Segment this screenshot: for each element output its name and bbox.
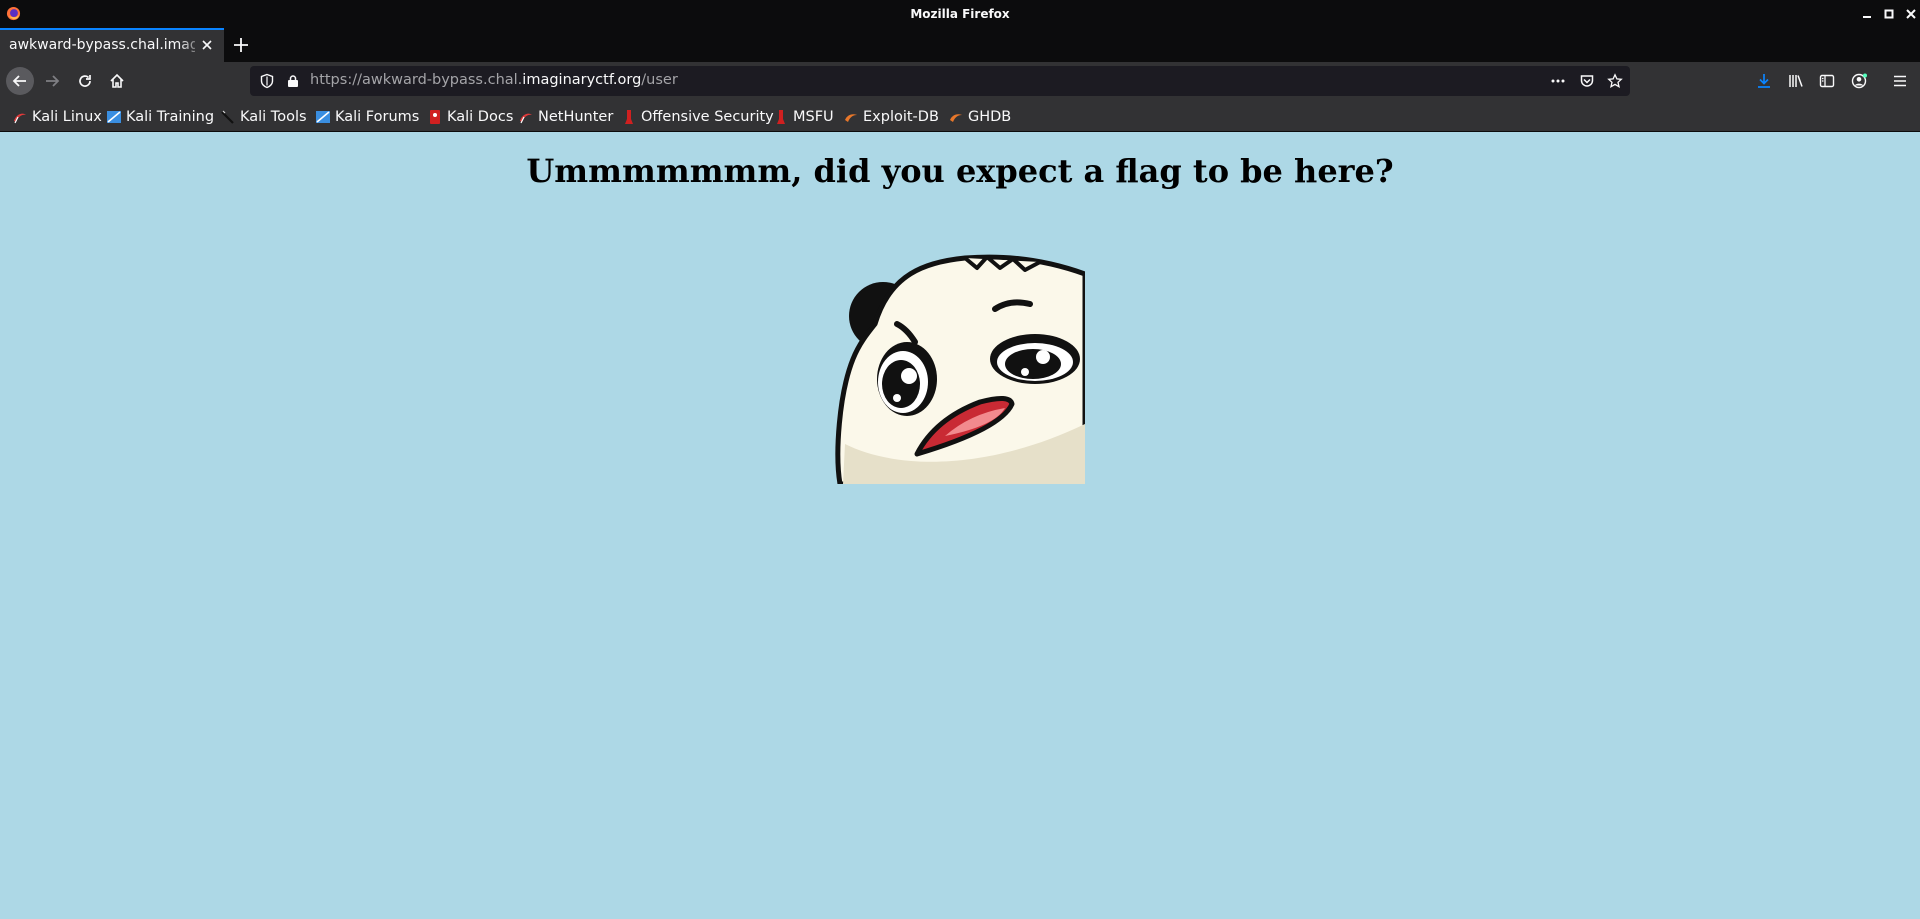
tab-title: awkward-bypass.chal.imaginaryctf.org/use…: [9, 37, 195, 53]
maximize-icon: [1884, 9, 1894, 19]
url-prefix: https://awkward-bypass.chal.: [310, 72, 523, 88]
reload-button[interactable]: [71, 67, 99, 95]
url-path: /user: [641, 72, 678, 88]
kali-training-icon: [107, 111, 121, 123]
bookmark-exploit-db[interactable]: Exploit-DB: [843, 107, 939, 127]
pocket-icon[interactable]: [1579, 73, 1595, 89]
page-heading: Ummmmmmm, did you expect a flag to be he…: [526, 152, 1394, 190]
tab-close-icon[interactable]: [198, 36, 216, 54]
tab-strip: awkward-bypass.chal.imaginaryctf.org/use…: [0, 28, 1920, 62]
url-host: imaginaryctf.org: [522, 72, 642, 88]
nethunter-icon: [520, 113, 532, 124]
home-button[interactable]: [103, 67, 131, 95]
kali-tools-icon: [221, 110, 234, 124]
ghdb-icon: [950, 114, 962, 122]
back-arrow-icon: [12, 75, 26, 87]
bookmark-kali-tools[interactable]: Kali Tools: [220, 107, 307, 127]
bookmark-ghdb[interactable]: GHDB: [948, 107, 1011, 127]
minimize-button[interactable]: [1858, 5, 1876, 23]
back-button[interactable]: [6, 67, 34, 95]
home-icon: [110, 73, 124, 88]
page-content: Ummmmmmm, did you expect a flag to be he…: [0, 133, 1920, 919]
tab-active[interactable]: awkward-bypass.chal.imaginaryctf.org/use…: [0, 28, 224, 62]
bookmark-kali-training[interactable]: Kali Training: [106, 107, 214, 127]
bookmark-star-icon[interactable]: [1607, 73, 1623, 89]
window-title: Mozilla Firefox: [910, 7, 1010, 21]
forward-button[interactable]: [38, 67, 66, 95]
minimize-icon: [1863, 16, 1871, 18]
forward-arrow-icon: [46, 75, 60, 87]
window-titlebar: Mozilla Firefox: [0, 0, 1920, 28]
panda-emote-image: [835, 254, 1085, 484]
bookmark-kali-forums[interactable]: Kali Forums: [315, 107, 419, 127]
lock-icon[interactable]: [286, 74, 300, 88]
bookmark-kali-linux[interactable]: Kali Linux: [12, 107, 102, 127]
bookmark-kali-docs[interactable]: Kali Docs: [427, 107, 513, 127]
reload-icon: [79, 75, 91, 87]
close-window-button[interactable]: [1902, 5, 1920, 23]
page-actions-icon[interactable]: [1550, 73, 1566, 89]
url-text: https://awkward-bypass.chal.imaginaryctf…: [310, 72, 678, 88]
new-tab-icon[interactable]: [230, 34, 252, 56]
bookmark-nethunter[interactable]: NetHunter: [518, 107, 613, 127]
account-icon[interactable]: [1851, 73, 1868, 89]
sidebar-icon[interactable]: [1819, 73, 1835, 89]
kali-docs-icon: [430, 110, 440, 124]
downloads-icon[interactable]: [1756, 73, 1772, 89]
close-icon: [1906, 9, 1916, 19]
bookmarks-toolbar: Kali Linux Kali Training Kali Tools Kali…: [0, 100, 1920, 132]
kali-linux-icon: [14, 113, 26, 124]
library-icon[interactable]: [1788, 73, 1804, 89]
msfu-icon: [777, 110, 785, 124]
offsec-icon: [625, 110, 633, 124]
url-bar[interactable]: https://awkward-bypass.chal.imaginaryctf…: [250, 66, 1630, 96]
menu-hamburger-icon[interactable]: [1892, 73, 1908, 89]
exploit-db-icon: [845, 114, 857, 122]
tracking-shield-icon[interactable]: [259, 73, 275, 89]
navigation-toolbar: https://awkward-bypass.chal.imaginaryctf…: [0, 62, 1920, 100]
bookmark-msfu[interactable]: MSFU: [773, 107, 834, 127]
bookmark-offensive-security[interactable]: Offensive Security: [621, 107, 774, 127]
maximize-button[interactable]: [1880, 5, 1898, 23]
kali-forums-icon: [316, 111, 330, 123]
